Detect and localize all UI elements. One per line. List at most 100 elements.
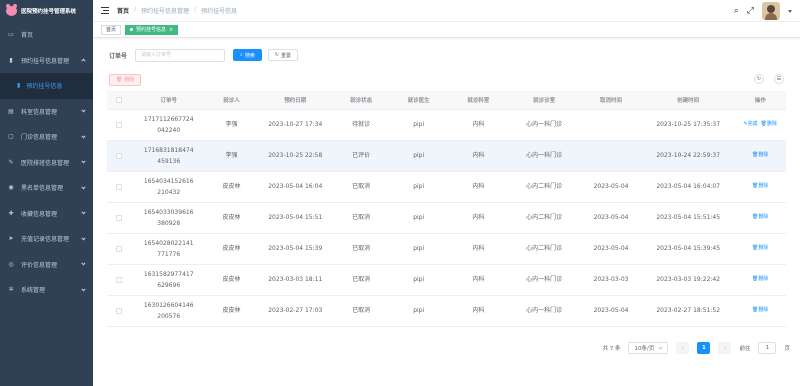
cell-room: 心内二科门诊 bbox=[508, 202, 581, 234]
delete-row-button[interactable]: 🗑删除 bbox=[752, 214, 768, 220]
delete-button[interactable]: 🗑 删除 bbox=[109, 73, 142, 86]
table-row[interactable]: 1654033039616 380928 皮皮林 2023-05-04 15:51 已取… bbox=[107, 202, 786, 234]
row-checkbox[interactable] bbox=[116, 121, 123, 128]
search-button-label: 搜索 bbox=[244, 52, 255, 59]
breadcrumb: 首页 / 预约挂号信息管理 / 预约挂号信息 bbox=[117, 6, 237, 15]
breadcrumb-home[interactable]: 首页 bbox=[117, 6, 129, 15]
table-header: 订单号 就诊人 预约日期 就诊状态 就诊医生 就诊科室 就诊诊室 取消时间 创建时间 操作 bbox=[107, 91, 786, 110]
eye-icon: ◎ bbox=[8, 260, 14, 268]
cell-actions: 🗑删除 bbox=[734, 140, 786, 172]
columns-icon[interactable]: ☰ bbox=[774, 74, 784, 84]
cell-select bbox=[107, 109, 132, 141]
cell-dept: 内科 bbox=[448, 264, 509, 296]
delete-row-button[interactable]: 🗑删除 bbox=[752, 152, 768, 158]
prev-page-button[interactable]: ‹ bbox=[676, 342, 690, 354]
table-row[interactable]: 1631582977417 629696 皮皮林 2023-03-03 18:11 已取… bbox=[107, 264, 786, 296]
sidebar-item-label: 预约挂号信息管理 bbox=[21, 57, 70, 65]
column-header: 就诊医生 bbox=[388, 91, 449, 110]
cell-date: 2023-10-27 17:34 bbox=[257, 109, 334, 141]
pig-logo-icon bbox=[6, 4, 17, 16]
column-header: 就诊状态 bbox=[333, 91, 389, 110]
cell-select bbox=[107, 233, 132, 265]
order-line: 1630126604146 bbox=[143, 301, 194, 309]
refresh-icon[interactable]: ↻ bbox=[754, 74, 764, 84]
close-icon[interactable]: × bbox=[169, 27, 173, 33]
pagination: 共 7 条 10条/页 ‹ 1 › 前往 页 bbox=[602, 342, 790, 354]
column-header: 就诊科室 bbox=[448, 91, 509, 110]
reset-button[interactable]: ↻ 重置 bbox=[267, 49, 299, 61]
cell-created: 2023-05-04 15:39:45 bbox=[641, 233, 735, 265]
delete-row-button[interactable]: 🗑删除 bbox=[761, 121, 777, 127]
sidebar-item[interactable]: ✎ 医院排班信息管理 bbox=[0, 150, 93, 176]
select-all-checkbox[interactable] bbox=[116, 96, 123, 103]
hamburger-icon[interactable] bbox=[101, 7, 109, 14]
total-count: 共 7 条 bbox=[602, 346, 621, 352]
row-checkbox[interactable] bbox=[116, 183, 123, 190]
order-search-input[interactable] bbox=[135, 48, 226, 62]
fullscreen-icon[interactable]: ⤢ bbox=[747, 6, 754, 16]
cell-doctor: pipi bbox=[388, 171, 449, 203]
sidebar-item[interactable]: ✚ 收藏信息管理 bbox=[0, 201, 93, 227]
delete-row-button[interactable]: 🗑删除 bbox=[752, 183, 768, 189]
column-header: 就诊人 bbox=[205, 91, 258, 110]
sidebar-item[interactable]: ◎ 评价信息管理 bbox=[0, 252, 93, 278]
delete-row-button[interactable]: 🗑删除 bbox=[752, 276, 768, 282]
chevron-down-icon bbox=[81, 58, 86, 64]
search-icon[interactable]: ⌕ bbox=[734, 6, 739, 16]
trash-icon: 🗑 bbox=[116, 76, 123, 83]
cell-cancel: 2023-05-04 bbox=[580, 295, 642, 327]
main-content: 订单号 ⌕搜索 ↻重置 🗑删除 ↻ ☰ 订单号就诊人预约日期就诊状态就诊医生就诊… bbox=[93, 38, 800, 386]
delete-row-button[interactable]: 🗑删除 bbox=[752, 307, 768, 313]
cell-date: 2023-05-04 15:51 bbox=[257, 202, 334, 234]
chevron-down-icon bbox=[81, 286, 86, 292]
table-row[interactable]: 1630126604146 200576 皮皮林 2023-02-27 17:03 已取… bbox=[107, 295, 786, 327]
table-row[interactable]: 1717112667724 042240 李强 2023-10-27 17:34 待就诊… bbox=[107, 109, 786, 141]
reset-button-label: 重置 bbox=[281, 52, 292, 59]
cell-actions: 🗑删除 bbox=[734, 202, 786, 234]
sidebar-item[interactable]: ▢ 门诊信息管理 bbox=[0, 124, 93, 150]
sidebar-item[interactable]: ▮ 预约挂号信息管理 bbox=[0, 48, 93, 74]
sidebar-item[interactable]: ➤ 充值记录信息管理 bbox=[0, 226, 93, 252]
order-label: 订单号 bbox=[109, 52, 128, 60]
avatar[interactable] bbox=[762, 2, 780, 20]
sidebar-item[interactable]: ▤ 科室信息管理 bbox=[0, 99, 93, 125]
row-checkbox[interactable] bbox=[116, 307, 123, 314]
order-line: 629696 bbox=[157, 281, 181, 289]
next-page-button[interactable]: › bbox=[718, 342, 732, 354]
tag-current[interactable]: 预约挂号信息 × bbox=[125, 24, 179, 35]
delete-row-button[interactable]: 🗑删除 bbox=[752, 245, 768, 251]
row-checkbox[interactable] bbox=[116, 152, 123, 159]
row-checkbox[interactable] bbox=[116, 214, 123, 221]
cell-actions: 🗑删除 bbox=[734, 264, 786, 296]
table-row[interactable]: 1654028022141 771776 皮皮林 2023-05-04 15:39 已取… bbox=[107, 233, 786, 265]
breadcrumb-module: 预约挂号信息管理 bbox=[141, 8, 190, 15]
page-number[interactable]: 1 bbox=[697, 342, 711, 354]
breadcrumb-separator: / bbox=[134, 6, 137, 13]
tag-home[interactable]: 首页 bbox=[101, 24, 122, 35]
chevron-down-icon bbox=[81, 235, 86, 241]
complete-button[interactable]: ✎完成 bbox=[743, 121, 757, 127]
cell-created: 2023-02-27 18:51:52 bbox=[641, 295, 735, 327]
sidebar-item[interactable]: ▭ 首页 bbox=[0, 22, 93, 48]
delete-button-label: 删除 bbox=[124, 77, 135, 83]
cell-actions: 🗑删除 bbox=[734, 171, 786, 203]
tag-label: 预约挂号信息 bbox=[136, 27, 167, 33]
goto-page-input[interactable] bbox=[758, 342, 777, 354]
sidebar-subitem-active[interactable]: ▮ 预约挂号信息 bbox=[0, 73, 93, 99]
row-checkbox[interactable] bbox=[116, 245, 123, 252]
cell-created: 2023-05-04 16:04:07 bbox=[641, 171, 735, 203]
cell-order: 1630126604146 200576 bbox=[131, 295, 206, 327]
table-row[interactable]: 1716831818474 459136 李强 2023-10-25 22:58 已评价… bbox=[107, 140, 786, 172]
chevron-down-icon[interactable] bbox=[788, 9, 792, 13]
app-root: 医院预约挂号管理系统 ▭ 首页 ▮ 预约挂号信息管理 ▮ 预约挂号信息 ▤ 科室信息管理 ▢ 门诊… bbox=[0, 0, 800, 386]
cell-date: 2023-03-03 18:11 bbox=[257, 264, 334, 296]
cell-status: 已取消 bbox=[333, 295, 389, 327]
sidebar-item[interactable]: ✲ 系统管理 bbox=[0, 277, 93, 303]
page-size-select[interactable]: 10条/页 bbox=[628, 342, 669, 354]
column-header: 预约日期 bbox=[257, 91, 334, 110]
search-button[interactable]: ⌕ 搜索 bbox=[233, 49, 262, 61]
cell-cancel: 2023-05-04 bbox=[580, 202, 642, 234]
sidebar-item[interactable]: ◉ 黑名单信息管理 bbox=[0, 175, 93, 201]
row-checkbox[interactable] bbox=[116, 276, 123, 283]
table-row[interactable]: 1654034152616 210432 皮皮林 2023-05-04 16:04 已取… bbox=[107, 171, 786, 203]
